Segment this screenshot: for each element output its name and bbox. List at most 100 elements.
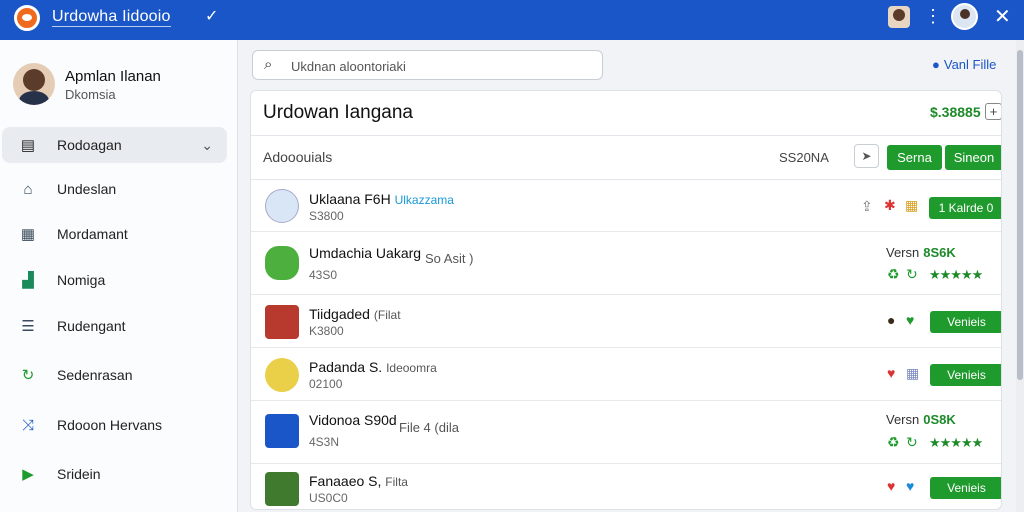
sidebar-item-rudengant[interactable]: ☰ Rudengant — [2, 308, 227, 344]
sidebar-item-mordamant[interactable]: ▦ Mordamant — [2, 216, 227, 252]
refresh-icon[interactable]: ↻ — [906, 434, 918, 451]
item-sub: S3800 — [309, 209, 344, 223]
list-item[interactable]: Tiidgaded (Filat K3800 ● ♥ Venieis — [251, 296, 1001, 348]
list-item[interactable]: Uklaana F6H Ulkazzama S3800 ⇪ ✱ ▦ 1 Kalr… — [251, 180, 1001, 232]
version-line: Versn 0S8K — [886, 412, 956, 427]
user-avatar-small[interactable] — [888, 6, 910, 28]
version-line: Versn 8S6K — [886, 245, 956, 260]
view-file-link[interactable]: ● Vanl Fille — [932, 57, 996, 72]
search-input[interactable]: ⌕ Ukdnan aloontoriaki — [252, 50, 603, 80]
item-name: Tiidgaded — [309, 306, 370, 322]
item-tag: Filta — [385, 475, 408, 489]
version-count: 8S6K — [923, 245, 956, 260]
item-thumbnail — [265, 246, 299, 280]
item-tag: (Filat — [373, 308, 401, 322]
list-icon: ☰ — [21, 318, 35, 335]
item-sub: K3800 — [309, 324, 344, 338]
more-options-icon[interactable]: ⋮ — [924, 6, 942, 27]
close-icon[interactable]: ✕ — [994, 4, 1011, 29]
item-thumbnail — [265, 358, 299, 392]
search-icon: ⌕ — [264, 56, 273, 73]
venieis-button[interactable]: Venieis — [930, 477, 1001, 499]
sineon-button[interactable]: Sineon — [945, 145, 1001, 170]
sidebar-item-label: Mordamant — [57, 226, 128, 242]
item-extra: So Asit ) — [425, 251, 474, 266]
avatar-icon[interactable]: ● — [887, 312, 895, 328]
list-item[interactable]: Padanda S. Ideoomra 02100 ♥ ▦ Venieis — [251, 349, 1001, 401]
star-badge-icon[interactable]: ✱ — [884, 197, 896, 214]
profile-name: Apmlan Ilanan — [65, 68, 161, 85]
sidebar: Apmlan Ilanan Dkomsia ▤ Rodoagan ⌄ ⌂ Und… — [0, 40, 238, 512]
sidebar-item-label: Nomiga — [57, 272, 106, 288]
add-button[interactable]: + — [985, 103, 1001, 120]
check-icon[interactable]: ✓ — [205, 6, 218, 26]
sub-price: SS20NA — [779, 150, 829, 165]
sidebar-item-label: Rodoagan — [57, 137, 122, 153]
item-tag: Ideoomra — [386, 361, 437, 375]
sidebar-item-sridein[interactable]: ▶ Sridein — [2, 456, 227, 492]
kalrde-button[interactable]: 1 Kalrde 0 — [929, 197, 1001, 219]
sidebar-item-label: Sridein — [57, 466, 101, 482]
view-file-label: Vanl Fille — [943, 57, 997, 72]
serna-button[interactable]: Serna — [887, 145, 942, 170]
sidebar-item-rdooon-hervans[interactable]: ⤨ Rdooon Hervans — [2, 407, 227, 443]
item-sub: 43S0 — [309, 268, 338, 282]
version-label: Versn — [886, 245, 920, 260]
sidebar-item-label: Rdooon Hervans — [57, 417, 163, 433]
calendar-icon[interactable]: ▦ — [906, 365, 919, 382]
venieis-button[interactable]: Venieis — [930, 364, 1001, 386]
sidebar-item-nomiga[interactable]: ▟ Nomiga — [2, 262, 227, 298]
scrollbar-thumb[interactable] — [1017, 50, 1023, 380]
heart-icon[interactable]: ♥ — [906, 478, 914, 494]
home-icon: ⌂ — [23, 180, 33, 198]
listing-panel: Urdowan Iangana $.38885 + Adooouials SS2… — [250, 90, 1002, 510]
heart-icon[interactable]: ♥ — [887, 365, 895, 381]
sidebar-item-label: Rudengant — [57, 318, 126, 334]
recycle-icon[interactable]: ♻ — [887, 266, 900, 283]
button-label: 1 Kalrde — [938, 201, 984, 215]
item-name-line: Fanaaeo S, Filta — [309, 473, 408, 489]
item-thumbnail — [265, 414, 299, 448]
upload-icon[interactable]: ⇪ — [861, 198, 873, 215]
item-thumbnail — [265, 472, 299, 506]
chevron-down-icon[interactable]: ⌄ — [201, 137, 213, 154]
heart-icon[interactable]: ♥ — [906, 312, 914, 328]
item-name-line: Padanda S. Ideoomra — [309, 359, 437, 375]
list-item[interactable]: Fanaaeo S, Filta US0C0 ♥ ♥ Venieis — [251, 465, 1001, 509]
heart-icon[interactable]: ♥ — [887, 478, 895, 494]
version-label: Versn — [886, 412, 920, 427]
rating-stars: ★★★★★ — [929, 267, 983, 282]
forward-arrow-button[interactable]: ➤ — [854, 144, 879, 168]
top-bar: Urdowha Iidooio ✓ ⋮ ✕ — [0, 0, 1024, 40]
item-name: Uklaana F6H — [309, 191, 391, 207]
recycle-icon[interactable]: ♻ — [887, 434, 900, 451]
app-logo-icon — [14, 5, 40, 31]
profile-avatar-button[interactable] — [951, 3, 978, 30]
rating-stars: ★★★★★ — [929, 435, 983, 450]
item-name-line: Uklaana F6H Ulkazzama — [309, 191, 454, 207]
item-name: Fanaaeo S, — [309, 473, 382, 489]
item-extra: File 4 (dila — [399, 420, 459, 435]
refresh-icon[interactable]: ↻ — [906, 266, 918, 283]
calendar-icon[interactable]: ▦ — [905, 197, 918, 214]
venieis-button[interactable]: Venieis — [930, 311, 1001, 333]
app-title[interactable]: Urdowha Iidooio — [52, 8, 171, 27]
item-name: Umdachia Uakarg — [309, 245, 422, 261]
user-icon: ● — [932, 57, 940, 72]
refresh-icon: ↻ — [21, 367, 35, 384]
item-name: Vidonoa S90d — [309, 412, 397, 428]
profile-avatar[interactable] — [13, 63, 55, 105]
item-tag: Ulkazzama — [394, 193, 454, 207]
sidebar-item-undeslan[interactable]: ⌂ Undeslan — [2, 171, 227, 207]
list-item[interactable]: Vidonoa S90d File 4 (dila 4S3N Versn 0S8K… — [251, 402, 1001, 464]
sidebar-item-label: Sedenrasan — [57, 367, 133, 383]
divider — [251, 135, 1001, 136]
main-content: ⌕ Ukdnan aloontoriaki ● Vanl Fille Urdowa… — [238, 40, 1024, 512]
count-badge: 0 — [986, 201, 994, 215]
sidebar-item-rodoagan[interactable]: ▤ Rodoagan ⌄ — [2, 127, 227, 163]
list-item[interactable]: Umdachia Uakarg So Asit ) 43S0 Versn 8S6K… — [251, 233, 1001, 295]
sub-label: Adooouials — [263, 149, 333, 165]
sidebar-item-sedenrasan[interactable]: ↻ Sedenrasan — [2, 357, 227, 393]
item-name-line: Tiidgaded (Filat — [309, 306, 401, 322]
profile-subtitle: Dkomsia — [65, 87, 116, 102]
